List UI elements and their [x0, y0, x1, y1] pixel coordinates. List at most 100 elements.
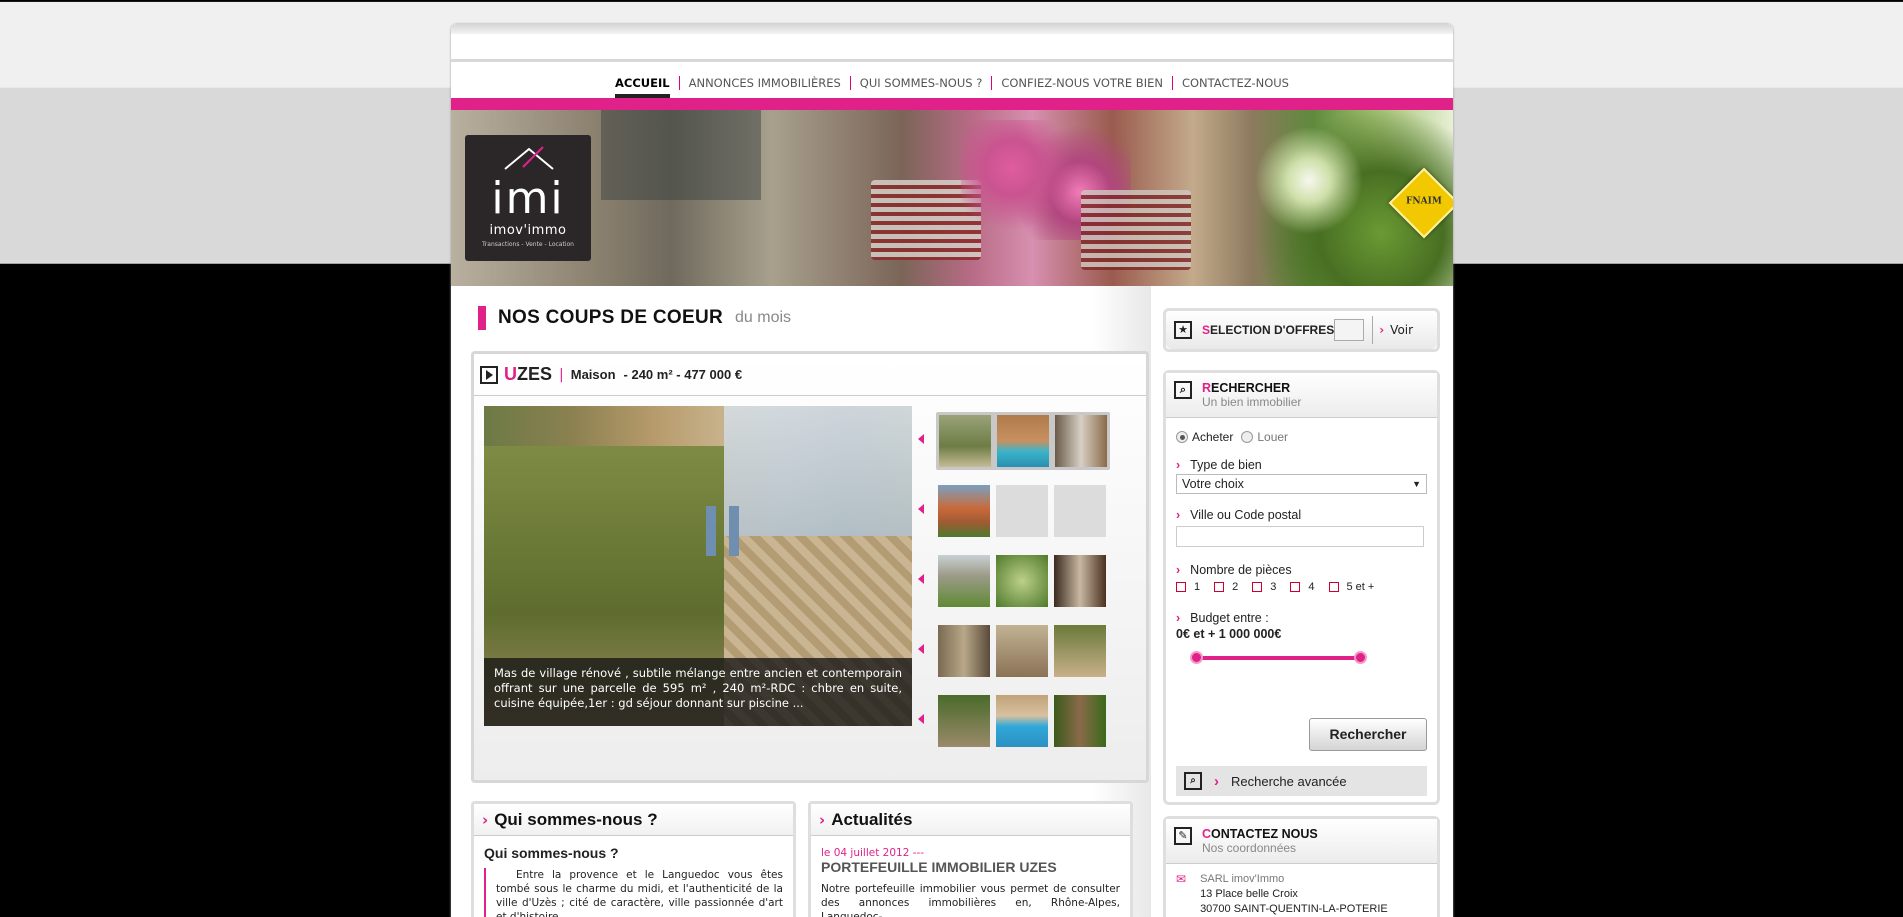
pieces-option[interactable]: 5 et + [1328, 581, 1374, 593]
page-container: ACCUEIL ANNONCES IMMOBILIÈRES QUI SOMMES… [451, 24, 1453, 917]
contact-title: CONTACTEZ NOUS [1202, 827, 1318, 841]
title-bar [478, 306, 486, 330]
slider-handle-min[interactable] [1190, 651, 1203, 664]
about-header[interactable]: › Qui sommes-nous ? [474, 804, 793, 836]
city-input[interactable] [1176, 526, 1424, 547]
thumbnail-row[interactable] [918, 616, 1136, 686]
top-bar [451, 24, 1453, 66]
nav-confiez-nous[interactable]: CONFIEZ-NOUS VOTRE BIEN [992, 76, 1173, 90]
advanced-search-link[interactable]: ⌕ › Recherche avancée [1176, 766, 1427, 796]
listing-main-photo[interactable]: Mas de village rénové , subtile mélange … [484, 406, 912, 726]
slider-handle-max[interactable] [1354, 651, 1367, 664]
featured-title: NOS COUPS DE COEUR [498, 307, 723, 328]
type-select[interactable]: Votre choix ▼ [1176, 474, 1427, 494]
news-body: le 04 juillet 2012 --- PORTEFEUILLE IMMO… [811, 836, 1130, 917]
thumbnail[interactable] [1055, 415, 1107, 467]
arrow-left-icon [918, 574, 924, 584]
listing-separator: | [559, 366, 564, 383]
transaction-radio-group: Acheter Louer [1176, 430, 1427, 444]
radio-louer[interactable] [1241, 431, 1254, 443]
radio-acheter-label[interactable]: Acheter [1192, 430, 1233, 444]
checkbox[interactable] [1214, 582, 1225, 592]
site-logo[interactable]: imi imov'immo Transactions - Vente - Loc… [465, 135, 591, 261]
checkbox[interactable] [1290, 582, 1301, 592]
thumbnail-row[interactable] [918, 686, 1136, 756]
mail-icon: ✉ [1176, 872, 1187, 886]
chevron-right-icon: › [1176, 611, 1181, 625]
play-icon[interactable] [480, 365, 498, 384]
thumbnail[interactable] [996, 625, 1048, 677]
featured-listing: UZES | Maison - 240 m² - 477 000 € Mas d… [471, 351, 1149, 783]
about-box: › Qui sommes-nous ? Qui sommes-nous ? En… [471, 801, 796, 917]
nav-contactez-nous[interactable]: CONTACTEZ-NOUS [1173, 76, 1298, 90]
logo-mark: imi [491, 173, 565, 224]
listing-details: - 240 m² - 477 000 € [623, 367, 743, 382]
search-fields: Acheter Louer › Type de bien Votre choix ▼… [1166, 430, 1437, 641]
news-date: le 04 juillet 2012 --- [821, 847, 925, 859]
pieces-option[interactable]: 2 [1214, 581, 1238, 593]
about-body: Qui sommes-nous ? Entre la provence et l… [474, 836, 793, 917]
thumbnail[interactable] [1054, 625, 1106, 677]
contact-city: 30700 SAINT-QUENTIN-LA-POTERIE [1200, 903, 1388, 915]
thumbnail-row[interactable] [918, 476, 1136, 546]
checkbox[interactable] [1176, 582, 1186, 592]
city-label: › Ville ou Code postal [1176, 508, 1302, 522]
listing-type: Maison [570, 367, 616, 382]
thumbnail[interactable] [938, 695, 990, 747]
news-box: › Actualités le 04 juillet 2012 --- PORT… [808, 801, 1133, 917]
left-column: NOS COUPS DE COEUR du mois UZES | Maison… [451, 286, 1151, 917]
contact-body: ✉ SARL imov'Immo 13 Place belle Croix 30… [1166, 864, 1437, 917]
budget-value: 0€ et + 1 000 000€ [1176, 627, 1282, 641]
nav-annonces[interactable]: ANNONCES IMMOBILIÈRES [680, 76, 851, 90]
thumbnail[interactable] [938, 625, 990, 677]
chevron-right-icon: › [819, 810, 826, 829]
radio-louer-label[interactable]: Louer [1257, 430, 1288, 444]
content: NOS COUPS DE COEUR du mois UZES | Maison… [451, 286, 1453, 917]
arrow-left-icon [918, 714, 924, 724]
thumbnail-empty [1054, 485, 1106, 537]
news-header[interactable]: › Actualités [811, 804, 1130, 836]
thumbnail[interactable] [996, 555, 1048, 607]
listing-city[interactable]: UZES [504, 364, 552, 385]
thumbnail-row[interactable] [918, 546, 1136, 616]
thumbnail[interactable] [1054, 555, 1106, 607]
pieces-option[interactable]: 4 [1290, 581, 1315, 593]
pieces-label: › Nombre de pièces [1176, 563, 1292, 577]
nav-qui-sommes-nous[interactable]: QUI SOMMES-NOUS ? [851, 76, 993, 90]
photo-shutter [729, 506, 739, 556]
about-title: Qui sommes-nous ? [494, 809, 658, 829]
contact-address: 13 Place belle Croix [1200, 888, 1298, 900]
type-select-value: Votre choix [1182, 477, 1244, 491]
news-headline[interactable]: PORTEFEUILLE IMMOBILIER UZES [821, 860, 1120, 874]
arrow-left-icon [918, 644, 924, 654]
thumbnail-row[interactable] [918, 406, 1136, 476]
pieces-option[interactable]: 3 [1252, 581, 1276, 593]
checkbox[interactable] [1328, 582, 1339, 592]
chevron-right-icon: › [482, 810, 489, 829]
radio-acheter[interactable] [1176, 431, 1188, 443]
budget-slider[interactable] [1190, 649, 1367, 669]
about-heading: Qui sommes-nous ? [484, 845, 619, 861]
thumbnail[interactable] [996, 695, 1048, 747]
contact-header: ✎ CONTACTEZ NOUS Nos coordonnées [1166, 819, 1437, 864]
pieces-option[interactable]: 1 [1176, 581, 1200, 593]
selection-count-box[interactable] [1334, 319, 1365, 341]
header-banner: imi imov'immo Transactions - Vente - Loc… [451, 110, 1453, 286]
thumbnail[interactable] [938, 555, 990, 607]
star-icon: ★ [1174, 321, 1192, 339]
voir-button[interactable]: › Voir [1372, 316, 1413, 344]
thumbnail[interactable] [938, 485, 990, 537]
dropdown-arrow-icon: ▼ [1412, 479, 1421, 489]
thumbnail[interactable] [939, 415, 991, 467]
accent-bar [451, 98, 1453, 110]
main-nav: ACCUEIL ANNONCES IMMOBILIÈRES QUI SOMMES… [451, 62, 1453, 98]
rechercher-button[interactable]: Rechercher [1309, 718, 1427, 751]
thumbnail[interactable] [1054, 695, 1106, 747]
nav-accueil[interactable]: ACCUEIL [606, 76, 680, 98]
thumbnail[interactable] [997, 415, 1049, 467]
chevron-right-icon: › [1176, 458, 1181, 472]
search-icon: ⌕ [1184, 772, 1202, 790]
checkbox[interactable] [1252, 582, 1263, 592]
slider-track [1196, 656, 1361, 660]
chevron-right-icon: › [1214, 772, 1219, 790]
